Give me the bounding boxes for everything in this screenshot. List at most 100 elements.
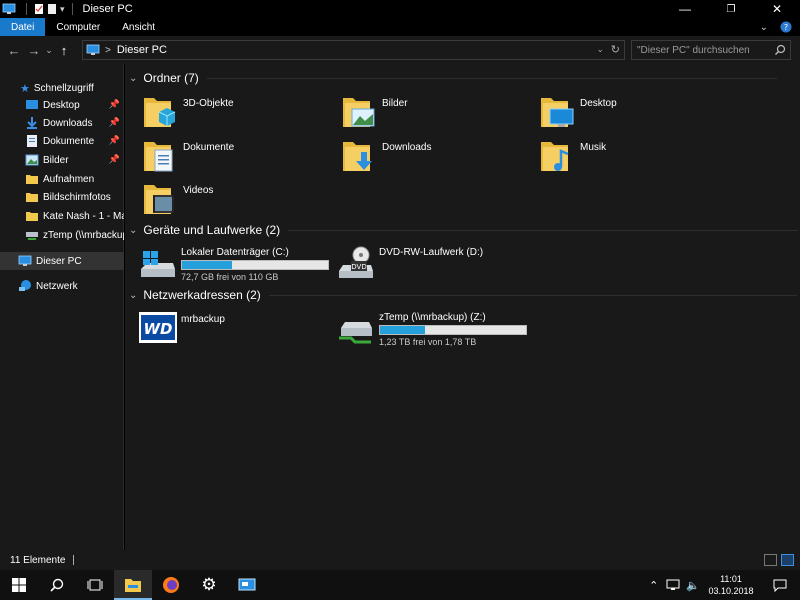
tab-computer[interactable]: Computer xyxy=(45,18,111,36)
navigation-bar: ← → ⌄ ↑ > Dieser PC ⌄ ↻ "Dieser PC" durc… xyxy=(0,36,800,64)
action-center-button[interactable] xyxy=(760,570,800,600)
item-count: 11 Elemente xyxy=(10,554,66,566)
folder-desktop[interactable]: Desktop xyxy=(538,94,617,130)
group-divider xyxy=(288,229,799,231)
back-button[interactable]: ← xyxy=(4,40,24,60)
clock-time: 11:01 xyxy=(720,574,742,584)
system-tray: ⌃ 🔈 11:01 03.10.2018 xyxy=(649,570,800,600)
minimize-button[interactable]: — xyxy=(662,0,708,18)
navigation-pane: ★ Schnellzugriff Desktop 📌 Downloads 📌 D… xyxy=(0,64,124,550)
group-header-network[interactable]: ⌄ Netzwerkadressen (2) xyxy=(129,288,797,302)
volume-icon[interactable]: 🔈 xyxy=(686,579,700,592)
search-icon[interactable] xyxy=(774,44,786,56)
taskbar-firefox[interactable] xyxy=(152,570,190,600)
dvd-drive-icon: DVD xyxy=(339,246,373,278)
downloads-folder-icon xyxy=(343,142,372,171)
network-drive-z[interactable]: zTemp (\\mrbackup) (Z:) 1,23 TB frei von… xyxy=(337,310,527,347)
folder-documents[interactable]: Dokumente xyxy=(141,138,234,174)
pictures-folder-icon xyxy=(343,98,375,127)
sidebar-item-this-pc[interactable]: Dieser PC xyxy=(0,252,124,270)
address-dropdown-icon[interactable]: ⌄ xyxy=(596,44,604,55)
folder-videos[interactable]: Videos xyxy=(141,181,213,217)
svg-text:?: ? xyxy=(784,23,788,32)
desktop-folder-icon xyxy=(541,98,574,127)
sidebar-item-desktop[interactable]: Desktop 📌 xyxy=(0,96,124,114)
expand-ribbon-icon[interactable]: ⌄ xyxy=(760,22,768,33)
group-header-devices[interactable]: ⌄ Geräte und Laufwerke (2) xyxy=(129,223,799,237)
breadcrumb-this-pc[interactable]: Dieser PC xyxy=(117,44,167,56)
sidebar-item-documents[interactable]: Dokumente 📌 xyxy=(0,132,124,150)
properties-icon[interactable] xyxy=(34,3,44,15)
status-divider xyxy=(73,555,75,565)
sidebar-item-aufnahmen[interactable]: Aufnahmen xyxy=(0,170,124,188)
documents-folder-icon xyxy=(144,142,173,172)
taskbar-settings[interactable]: ⚙ xyxy=(190,570,228,600)
taskbar-file-explorer[interactable] xyxy=(114,570,152,600)
search-input[interactable]: "Dieser PC" durchsuchen xyxy=(631,40,791,60)
sidebar-item-ztemp[interactable]: zTemp (\\mrbackup xyxy=(0,226,124,244)
sidebar-item-quick-access[interactable]: ★ Schnellzugriff xyxy=(0,79,124,97)
help-icon[interactable]: ? xyxy=(780,21,792,33)
forward-button[interactable]: → xyxy=(24,40,44,60)
chevron-down-icon[interactable]: ⌄ xyxy=(129,225,137,236)
group-title: Netzwerkadressen (2) xyxy=(143,288,261,302)
firefox-icon xyxy=(163,577,179,593)
folder-label: 3D-Objekte xyxy=(183,98,234,109)
drive-free-space: 1,23 TB frei von 1,78 TB xyxy=(379,337,477,347)
folder-label: Bilder xyxy=(382,98,408,109)
start-button[interactable] xyxy=(0,570,38,600)
taskbar-app[interactable] xyxy=(228,570,266,600)
drive-d[interactable]: DVD DVD-RW-Laufwerk (D:) xyxy=(337,245,483,281)
file-explorer-icon xyxy=(125,579,141,592)
group-header-folders[interactable]: ⌄ Ordner (7) xyxy=(129,71,777,85)
recent-locations-button[interactable]: ⌄ xyxy=(44,40,54,60)
restore-button[interactable]: ❐ xyxy=(708,0,754,18)
network-status-icon[interactable] xyxy=(666,579,680,591)
up-button[interactable]: ↑ xyxy=(54,40,74,60)
sidebar-item-kate-nash[interactable]: Kate Nash - 1 - Mac xyxy=(0,207,124,225)
clock-date: 03.10.2018 xyxy=(708,586,754,596)
folder-label: Videos xyxy=(183,185,214,196)
large-icons-view-button[interactable] xyxy=(781,554,794,566)
details-view-button[interactable] xyxy=(764,554,777,566)
desktop-icon xyxy=(26,100,38,109)
sidebar-item-label: zTemp (\\mrbackup xyxy=(43,229,124,241)
drive-free-space: 72,7 GB frei von 110 GB xyxy=(181,272,279,282)
folder-downloads[interactable]: Downloads xyxy=(340,138,431,174)
chevron-up-icon[interactable]: ⌃ xyxy=(649,579,658,592)
refresh-icon[interactable]: ↻ xyxy=(611,43,620,56)
drive-c[interactable]: Lokaler Datenträger (C:) 72,7 GB frei vo… xyxy=(139,245,329,282)
search-button[interactable] xyxy=(38,570,76,600)
breadcrumb-separator[interactable]: > xyxy=(105,45,111,56)
sidebar-item-bildschirmfotos[interactable]: Bildschirmfotos xyxy=(0,188,124,206)
folder-music[interactable]: Musik xyxy=(538,138,606,174)
search-icon xyxy=(50,578,64,592)
sidebar-item-label: Schnellzugriff xyxy=(33,82,94,94)
task-view-button[interactable] xyxy=(76,570,114,600)
new-folder-icon[interactable] xyxy=(47,3,57,15)
star-icon: ★ xyxy=(20,82,30,95)
sidebar-item-label: Desktop xyxy=(43,99,80,111)
this-pc-icon xyxy=(18,255,32,266)
close-button[interactable]: ✕ xyxy=(754,0,800,18)
customize-toolbar-icon[interactable]: ▾ xyxy=(60,4,65,15)
this-pc-icon[interactable] xyxy=(2,3,16,15)
sidebar-item-label: Downloads xyxy=(43,117,93,129)
download-arrow-icon xyxy=(27,117,37,129)
clock[interactable]: 11:01 03.10.2018 xyxy=(702,573,760,597)
folder-label: Dokumente xyxy=(183,142,235,153)
network-location-label: mrbackup xyxy=(181,314,225,325)
tab-datei[interactable]: Datei xyxy=(0,18,46,36)
sidebar-item-pictures[interactable]: Bilder 📌 xyxy=(0,151,124,169)
folder-3d-objects[interactable]: 3D-Objekte xyxy=(141,94,234,130)
network-location-mrbackup[interactable]: WD mrbackup xyxy=(139,312,225,344)
chevron-down-icon[interactable]: ⌄ xyxy=(129,73,137,84)
sidebar-item-network[interactable]: Netzwerk xyxy=(0,277,124,295)
chevron-down-icon[interactable]: ⌄ xyxy=(129,290,137,301)
folder-pictures[interactable]: Bilder xyxy=(340,94,408,130)
sidebar-item-downloads[interactable]: Downloads 📌 xyxy=(0,114,124,132)
tab-ansicht[interactable]: Ansicht xyxy=(111,18,166,36)
dvd-label: DVD xyxy=(351,263,366,271)
usage-fill xyxy=(182,261,232,269)
address-bar[interactable]: > Dieser PC ⌄ ↻ xyxy=(82,40,625,60)
